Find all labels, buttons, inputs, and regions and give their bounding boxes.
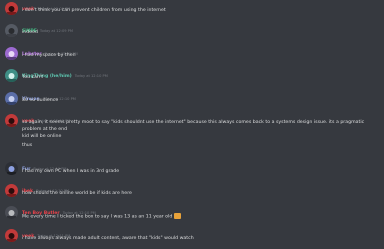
message-text: i don't think you can prevent children f… (22, 8, 166, 13)
message-text: i have always always made adult content,… (22, 236, 194, 241)
message-text: I had my own PC when I was in 3rd grade (22, 169, 120, 174)
chat-messages: veek Today at 12:09 PM i don't think you … (0, 0, 384, 249)
message-text: thus (22, 143, 33, 148)
message-text: 80 no audience (22, 98, 59, 103)
avatar[interactable] (5, 206, 18, 219)
avatar[interactable] (5, 229, 18, 242)
message-text-content: Me every time I ticked the box to say I … (22, 214, 173, 220)
message-text: You can't (22, 75, 44, 80)
avatar[interactable] (5, 114, 18, 127)
message-text: kid will be online (22, 134, 62, 139)
avatar[interactable] (5, 2, 18, 15)
laughing-emoji-icon (174, 213, 182, 219)
message-text: indeed (22, 30, 38, 35)
message-text: i had myspace by then (22, 53, 76, 58)
avatar[interactable] (5, 24, 18, 37)
avatar[interactable] (5, 69, 18, 82)
avatar[interactable] (5, 47, 18, 60)
avatar[interactable] (5, 184, 18, 197)
message-text: Me every time I ticked the box to say I … (22, 213, 378, 221)
message-text: how should the online world be if kids a… (22, 191, 132, 196)
avatar[interactable] (5, 162, 18, 175)
avatar[interactable] (5, 92, 18, 105)
message-text: so again, it seems pretty moot to say "k… (22, 120, 365, 132)
